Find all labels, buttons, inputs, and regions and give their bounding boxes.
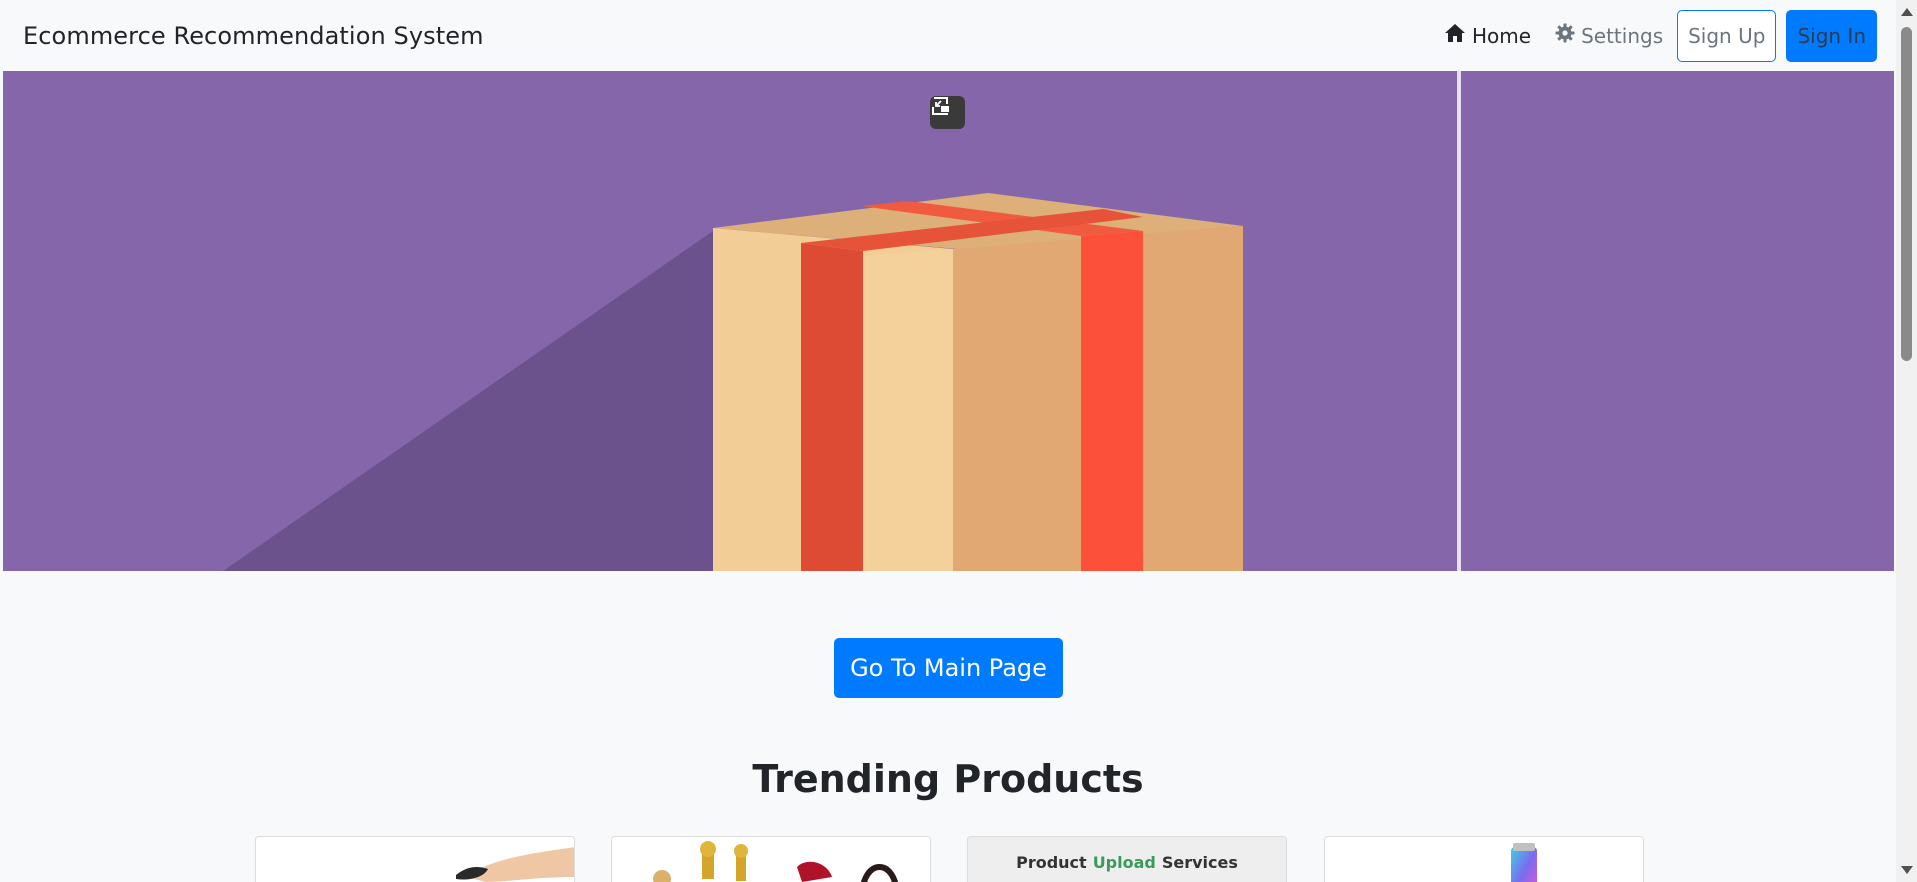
- box-illustration: [3, 71, 1894, 571]
- product-image: [612, 837, 930, 882]
- banner-text-highlight: Upload: [1092, 852, 1156, 872]
- sign-up-button[interactable]: Sign Up: [1677, 9, 1777, 62]
- banner-text-post: Services: [1161, 852, 1238, 872]
- brand-link[interactable]: Ecommerce Recommendation System: [23, 22, 484, 50]
- nav-settings-link[interactable]: Settings: [1551, 23, 1667, 48]
- picture-in-picture-icon[interactable]: [930, 96, 965, 129]
- sign-in-button[interactable]: Sign In: [1786, 9, 1877, 62]
- go-to-main-page-button[interactable]: Go To Main Page: [834, 638, 1063, 698]
- scroll-down-arrow-icon[interactable]: [1901, 866, 1913, 874]
- product-banner: Product Upload Services: [968, 837, 1286, 882]
- nav-home-link[interactable]: Home: [1440, 23, 1535, 48]
- banner-text-pre: Product: [1016, 852, 1087, 872]
- section-title: Trending Products: [752, 757, 1144, 801]
- hero-video[interactable]: [3, 71, 1894, 571]
- scrollbar-thumb[interactable]: [1901, 27, 1912, 361]
- gear-icon: [1555, 23, 1581, 48]
- home-icon: [1444, 23, 1472, 48]
- product-image: [1325, 837, 1643, 882]
- product-card[interactable]: [255, 836, 575, 882]
- product-card[interactable]: [1324, 836, 1644, 882]
- product-card[interactable]: Product Upload Services: [967, 836, 1287, 882]
- product-card[interactable]: [611, 836, 931, 882]
- nav-right: Home Settings Sign Up Sign In: [1440, 9, 1877, 62]
- home-label: Home: [1472, 23, 1532, 48]
- scroll-up-arrow-icon[interactable]: [1901, 8, 1913, 16]
- navbar: Ecommerce Recommendation System Home Set…: [0, 0, 1896, 71]
- page-scrollbar[interactable]: [1896, 0, 1917, 882]
- settings-label: Settings: [1581, 23, 1664, 48]
- product-image: [256, 837, 574, 882]
